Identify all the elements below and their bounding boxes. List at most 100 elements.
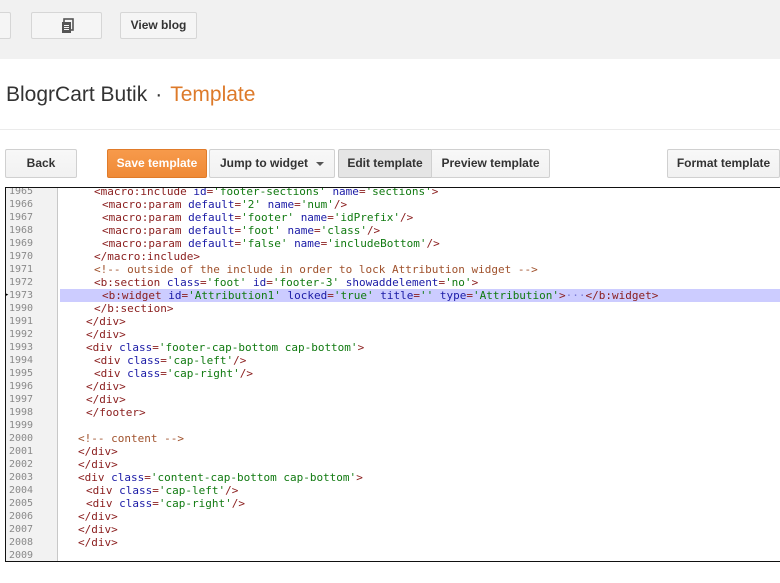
line-number: 1997 [9,394,34,405]
line-number: 1967 [9,212,34,223]
line-number: 1966 [9,199,34,210]
code-line[interactable]: 2002 </div> [6,458,780,471]
line-code: </b:section> [94,302,174,315]
code-line[interactable]: 2001 </div> [6,445,780,458]
line-number: 1973 [9,290,34,301]
code-line[interactable]: 1994 <div class='cap-left'/> [6,354,780,367]
line-code: </macro:include> [94,250,200,263]
chevron-down-icon [316,161,324,166]
back-button[interactable]: Back [5,149,77,178]
code-line[interactable]: 2004 <div class='cap-left'/> [6,484,780,497]
line-code: <b:widget id='Attribution1' locked='true… [102,289,659,302]
line-number: 2008 [9,537,34,548]
code-line[interactable]: 1971 <!-- outside of the include in order… [6,263,780,276]
line-code: <macro:param default='foot' name='class'… [102,224,381,237]
code-line[interactable]: 1968 <macro:param default='foot' name='cl… [6,224,780,237]
line-code: </div> [86,380,126,393]
code-line[interactable]: 1995 <div class='cap-right'/> [6,367,780,380]
code-line[interactable]: 1999 [6,419,780,432]
format-template-button[interactable]: Format template [667,149,780,178]
code-line[interactable]: 1970 </macro:include> [6,250,780,263]
code-line[interactable]: 1998 </footer> [6,406,780,419]
jump-to-widget-label: Jump to widget [220,156,308,170]
line-code: <macro:param default='footer' name='idPr… [102,211,414,224]
code-line[interactable]: 2003 <div class='content-cap-bottom cap-b… [6,471,780,484]
code-line[interactable]: 1967 <macro:param default='footer' name='… [6,211,780,224]
line-number: 1993 [9,342,34,353]
line-number: 1972 [9,277,34,288]
overview-button[interactable] [0,12,11,39]
line-code: <macro:param default='false' name='inclu… [102,237,440,250]
code-line[interactable]: 2000 <!-- content --> [6,432,780,445]
line-number: 2009 [9,550,34,561]
line-code: <macro:param default='2' name='num'/> [102,198,348,211]
jump-to-widget-dropdown[interactable]: Jump to widget [209,149,335,178]
line-code: </div> [78,523,118,536]
line-code: <div class='cap-right'/> [86,497,245,510]
line-number: 1969 [9,238,34,249]
title-separator: · [155,83,163,106]
code-editor[interactable]: 1965 <macro:include id='footer-sections' … [5,187,780,562]
line-number: 2005 [9,498,34,509]
code-line[interactable]: 2009 [6,549,780,561]
line-code: <macro:include id='footer-sections' name… [94,187,439,198]
line-code: </footer> [86,406,146,419]
code-line[interactable]: 1966 <macro:param default='2' name='num'/… [6,198,780,211]
line-code: </div> [78,445,118,458]
code-line[interactable]: 1996 </div> [6,380,780,393]
code-line[interactable]: 1997 </div> [6,393,780,406]
horizontal-scroll-area [0,562,780,583]
line-number: 1970 [9,251,34,262]
pages-button[interactable] [31,12,102,39]
line-number: 2000 [9,433,34,444]
line-number: 1994 [9,355,34,366]
line-code: <div class='cap-left'/> [86,484,239,497]
code-line[interactable]: ▶1973<b:widget id='Attribution1' locked=… [6,289,780,302]
line-number: 2002 [9,459,34,470]
line-number: 1996 [9,381,34,392]
line-number: 1992 [9,329,34,340]
code-line[interactable]: 2006 </div> [6,510,780,523]
line-code: <!-- content --> [78,432,184,445]
code-line[interactable]: 2008 </div> [6,536,780,549]
line-number: 1971 [9,264,34,275]
code-line[interactable]: 1991 </div> [6,315,780,328]
code-line[interactable]: 1972 <b:section class='foot' id='footer-3… [6,276,780,289]
line-number: 1995 [9,368,34,379]
line-number: 1991 [9,316,34,327]
save-template-button[interactable]: Save template [107,149,207,178]
line-code: <div class='cap-right'/> [94,367,253,380]
view-blog-button[interactable]: View blog [120,12,197,39]
code-line[interactable]: 1993 <div class='footer-cap-bottom cap-bo… [6,341,780,354]
line-code: </div> [86,328,126,341]
line-code: </div> [78,510,118,523]
divider [0,129,780,130]
section-title: Template [170,83,256,106]
blog-name: BlogrCart Butik [6,83,148,106]
edit-template-tab[interactable]: Edit template [338,149,432,178]
line-code: <!-- outside of the include in order to … [94,263,538,276]
top-bar: View blog [0,0,780,59]
line-code: </div> [78,536,118,549]
line-code: </div> [86,393,126,406]
line-number: 2004 [9,485,34,496]
line-code: <div class='content-cap-bottom cap-botto… [78,471,363,484]
code-line[interactable]: 1992 </div> [6,328,780,341]
line-code: </div> [86,315,126,328]
code-line[interactable]: 2005 <div class='cap-right'/> [6,497,780,510]
line-number: 1999 [9,420,34,431]
preview-template-tab[interactable]: Preview template [431,149,550,178]
line-code: </div> [78,458,118,471]
code-line[interactable]: 1990 </b:section> [6,302,780,315]
line-number: 1965 [9,187,34,197]
code-line[interactable]: 1965 <macro:include id='footer-sections' … [6,187,780,198]
line-number: 2007 [9,524,34,535]
line-code: <div class='footer-cap-bottom cap-bottom… [86,341,365,354]
line-number: 1998 [9,407,34,418]
line-number: 2001 [9,446,34,457]
line-number: 1968 [9,225,34,236]
line-number: 2006 [9,511,34,522]
code-line[interactable]: 1969 <macro:param default='false' name='i… [6,237,780,250]
line-code: <b:section class='foot' id='footer-3' sh… [94,276,479,289]
code-line[interactable]: 2007 </div> [6,523,780,536]
